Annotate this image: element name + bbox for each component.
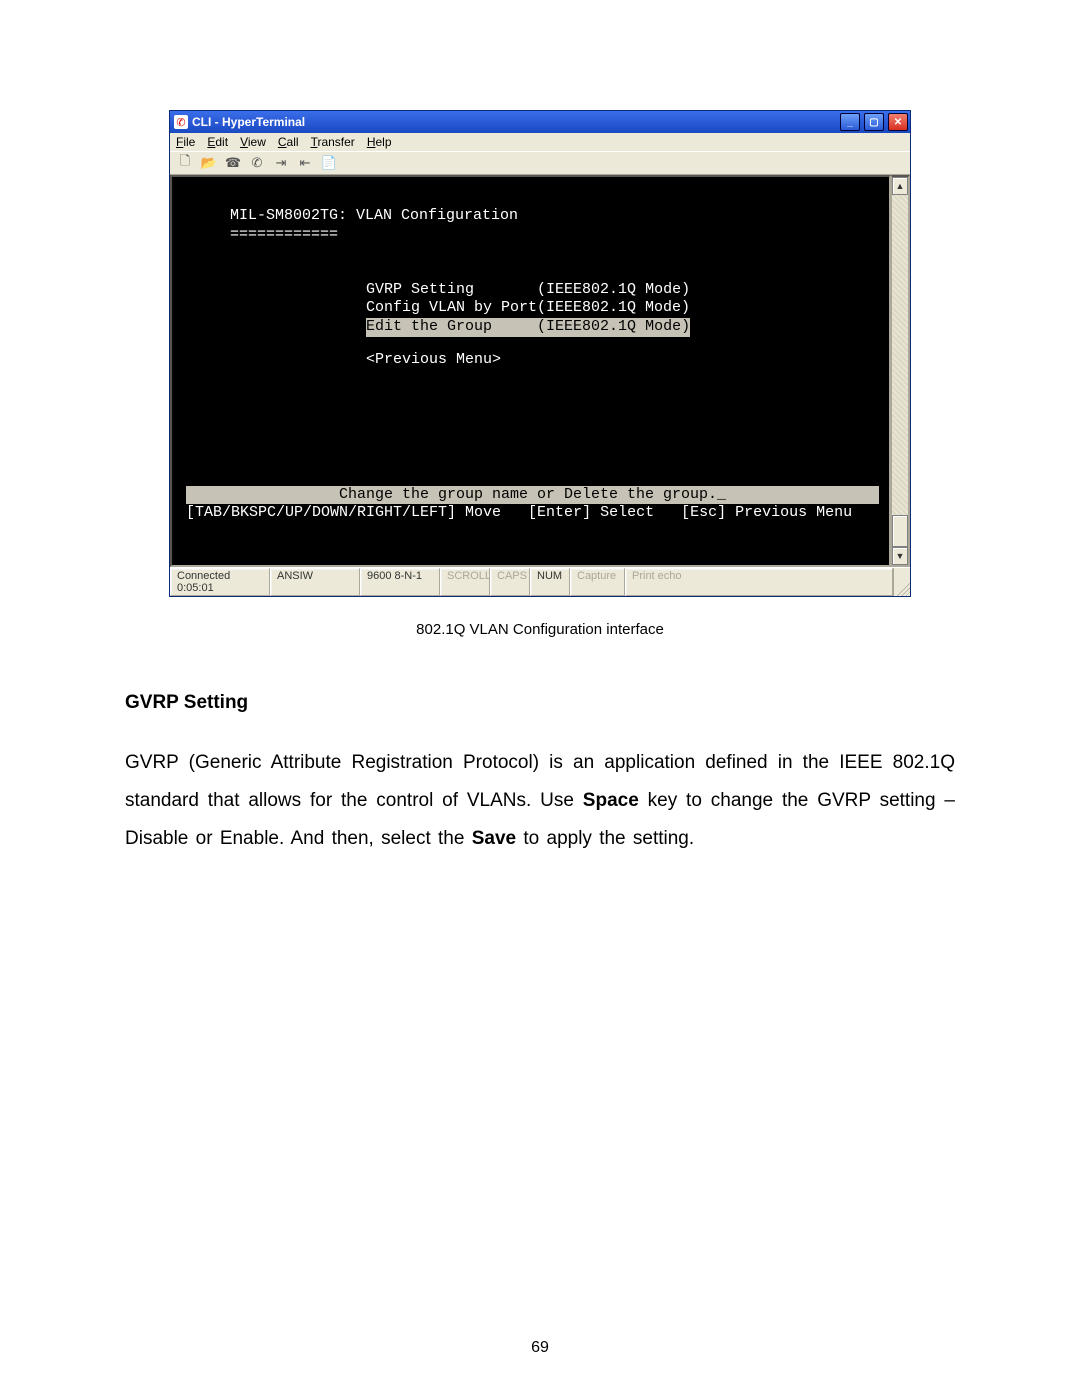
figure-caption: 802.1Q VLAN Configuration interface: [125, 621, 955, 638]
status-bar: Connected 0:05:01 ANSIW 9600 8-N-1 SCROL…: [170, 567, 910, 596]
window-title: CLI - HyperTerminal: [192, 115, 836, 129]
terminal-menu: GVRP Setting (IEEE802.1Q Mode) Config VL…: [366, 281, 879, 370]
status-scroll: SCROLL: [440, 568, 490, 596]
scroll-thumb[interactable]: [892, 515, 908, 547]
minimize-button[interactable]: _: [840, 113, 860, 131]
properties-icon[interactable]: 📄: [320, 154, 338, 172]
hangup-icon[interactable]: ✆: [248, 154, 266, 172]
menu-item-gvrp[interactable]: GVRP Setting (IEEE802.1Q Mode): [366, 281, 879, 300]
client-area: MIL-SM8002TG: VLAN Configuration =======…: [170, 175, 910, 567]
close-button[interactable]: ✕: [888, 113, 908, 131]
scroll-down-icon[interactable]: ▼: [892, 547, 908, 565]
app-icon: ✆: [174, 115, 188, 129]
terminal-nav-hint: [TAB/BKSPC/UP/DOWN/RIGHT/LEFT] Move [Ent…: [186, 504, 879, 523]
toolbar: 🗋 📂 ☎ ✆ ⇥ ⇤ 📄: [170, 151, 910, 175]
hyperterminal-window: ✆ CLI - HyperTerminal _ ▢ ✕ File Edit Vi…: [169, 110, 911, 597]
body-paragraph: GVRP (Generic Attribute Registration Pro…: [125, 744, 955, 858]
document-page: ✆ CLI - HyperTerminal _ ▢ ✕ File Edit Vi…: [0, 0, 1080, 1397]
new-icon[interactable]: 🗋: [176, 154, 194, 172]
space-key-text: Space: [583, 790, 639, 811]
menu-edit[interactable]: Edit: [207, 135, 228, 149]
menu-file[interactable]: File: [176, 135, 195, 149]
section-heading: GVRP Setting: [125, 692, 955, 714]
menu-item-edit-group[interactable]: Edit the Group (IEEE802.1Q Mode): [366, 318, 879, 337]
save-key-text: Save: [472, 828, 516, 849]
status-connected: Connected 0:05:01: [170, 568, 270, 596]
menu-item-config-vlan[interactable]: Config VLAN by Port(IEEE802.1Q Mode): [366, 299, 879, 318]
receive-icon[interactable]: ⇤: [296, 154, 314, 172]
menu-item-previous[interactable]: <Previous Menu>: [366, 351, 879, 370]
page-number: 69: [0, 1339, 1080, 1357]
scroll-up-icon[interactable]: ▲: [892, 177, 908, 195]
status-echo: Print echo: [625, 568, 893, 596]
terminal-header: MIL-SM8002TG: VLAN Configuration: [230, 207, 879, 226]
phone-icon[interactable]: ☎: [224, 154, 242, 172]
paragraph-text: to apply the setting.: [516, 828, 694, 849]
menu-call[interactable]: Call: [278, 135, 299, 149]
status-baud: 9600 8-N-1: [360, 568, 440, 596]
send-icon[interactable]: ⇥: [272, 154, 290, 172]
terminal-frame: MIL-SM8002TG: VLAN Configuration =======…: [170, 175, 891, 567]
vertical-scrollbar[interactable]: ▲ ▼: [891, 175, 910, 567]
maximize-button[interactable]: ▢: [864, 113, 884, 131]
status-capture: Capture: [570, 568, 625, 596]
status-emulation: ANSIW: [270, 568, 360, 596]
scroll-track[interactable]: [892, 195, 908, 515]
open-icon[interactable]: 📂: [200, 154, 218, 172]
resize-grip-icon[interactable]: [893, 568, 910, 596]
status-num: NUM: [530, 568, 570, 596]
terminal-hint-bar: Change the group name or Delete the grou…: [186, 486, 879, 505]
terminal-underline: ============: [230, 226, 879, 245]
status-caps: CAPS: [490, 568, 530, 596]
terminal-screen[interactable]: MIL-SM8002TG: VLAN Configuration =======…: [172, 177, 889, 565]
menu-bar: File Edit View Call Transfer Help: [170, 133, 910, 151]
menu-transfer[interactable]: Transfer: [311, 135, 355, 149]
menu-help[interactable]: Help: [367, 135, 392, 149]
menu-view[interactable]: View: [240, 135, 266, 149]
window-titlebar: ✆ CLI - HyperTerminal _ ▢ ✕: [170, 111, 910, 133]
